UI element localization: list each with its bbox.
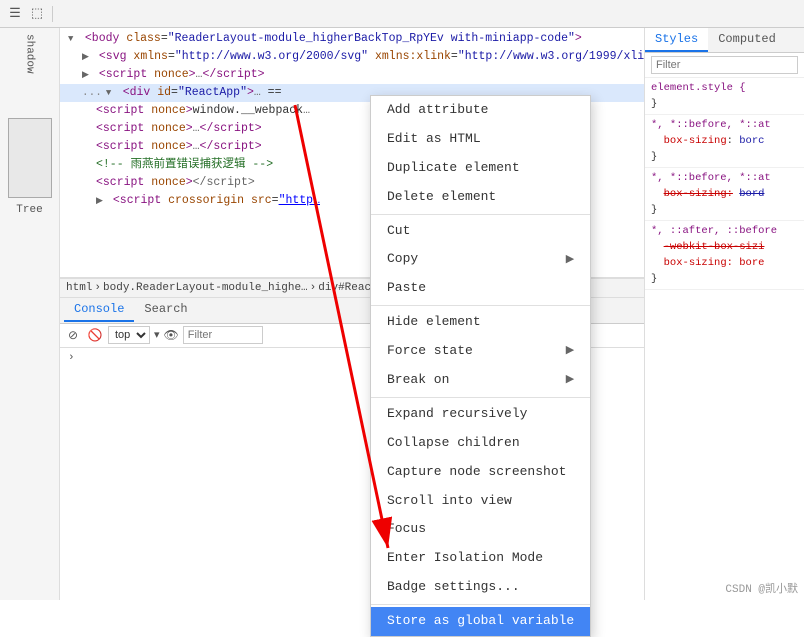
context-menu-item-11[interactable]: Collapse children [371,429,590,458]
context-menu-item-label-17: Store as global variable [387,613,574,630]
context-menu-item-13[interactable]: Scroll into view [371,487,590,516]
submenu-arrow-icon-8: ▶ [566,344,574,358]
context-menu-item-label-11: Collapse children [387,435,520,452]
context-menu-item-label-7: Hide element [387,314,481,331]
context-menu-sep-9 [371,397,590,398]
submenu-arrow-icon-9: ▶ [566,373,574,387]
context-menu-item-6[interactable]: Paste [371,274,590,303]
submenu-arrow-icon-5: ▶ [566,253,574,267]
context-menu-item-label-5: Copy [387,251,418,268]
context-menu-overlay: Add attribute Edit as HTML Duplicate eleme… [0,0,804,600]
context-menu-item-3[interactable]: Delete element [371,183,590,212]
context-menu-item-15[interactable]: Enter Isolation Mode [371,544,590,573]
context-menu-item-9[interactable]: Break on ▶ [371,366,590,395]
context-menu-sep-3 [371,214,590,215]
context-menu-item-label-2: Duplicate element [387,160,520,177]
context-menu-item-14[interactable]: Focus [371,515,590,544]
context-menu-item-label-14: Focus [387,521,426,538]
context-menu-item-4[interactable]: Cut [371,217,590,246]
context-menu-item-16[interactable]: Badge settings... [371,573,590,602]
context-menu-item-label-13: Scroll into view [387,493,512,510]
context-menu-item-0[interactable]: Add attribute [371,96,590,125]
context-menu-item-2[interactable]: Duplicate element [371,154,590,183]
context-menu-item-label-15: Enter Isolation Mode [387,550,543,567]
context-menu-item-label-10: Expand recursively [387,406,527,423]
context-menu-sep-6 [371,305,590,306]
context-menu-item-label-16: Badge settings... [387,579,520,596]
context-menu-item-5[interactable]: Copy ▶ [371,245,590,274]
context-menu-item-label-4: Cut [387,223,410,240]
context-menu-item-8[interactable]: Force state ▶ [371,337,590,366]
context-menu-item-label-0: Add attribute [387,102,488,119]
context-menu-item-1[interactable]: Edit as HTML [371,125,590,154]
context-menu-item-10[interactable]: Expand recursively [371,400,590,429]
context-menu: Add attribute Edit as HTML Duplicate eleme… [370,95,591,637]
context-menu-item-label-8: Force state [387,343,473,360]
context-menu-item-12[interactable]: Capture node screenshot [371,458,590,487]
context-menu-item-7[interactable]: Hide element [371,308,590,337]
context-menu-item-label-9: Break on [387,372,449,389]
context-menu-item-label-1: Edit as HTML [387,131,481,148]
context-menu-item-17[interactable]: Store as global variable [371,607,590,636]
context-menu-item-label-12: Capture node screenshot [387,464,566,481]
context-menu-item-label-6: Paste [387,280,426,297]
context-menu-sep-16 [371,604,590,605]
context-menu-item-label-3: Delete element [387,189,496,206]
